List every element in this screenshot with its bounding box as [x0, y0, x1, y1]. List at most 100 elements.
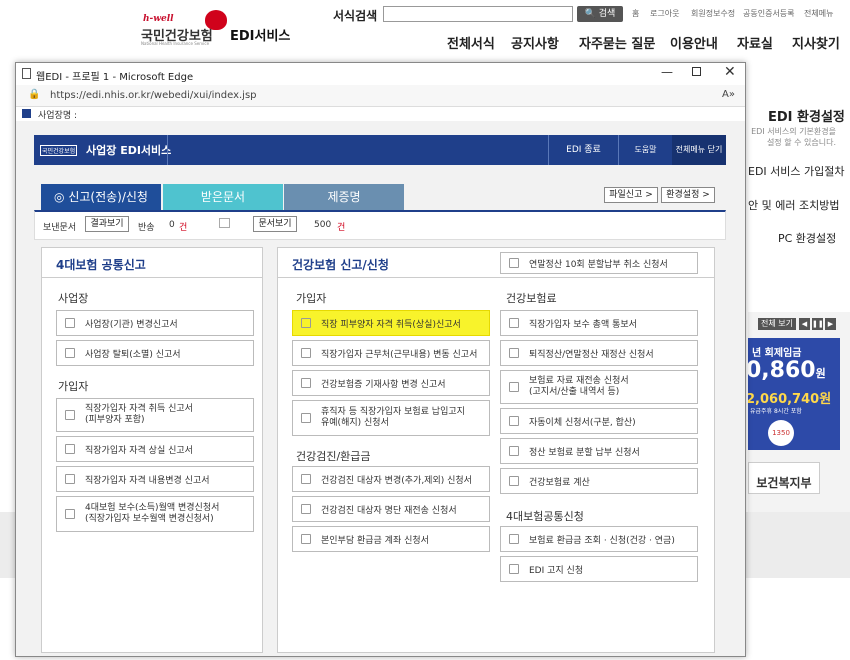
form-item[interactable]: 사업장(기관) 변경신고서 [56, 310, 254, 336]
sidebar-link-pc[interactable]: PC 환경설정 [778, 230, 836, 246]
sidebar-link-error[interactable]: 안 및 에러 조치방법 [748, 197, 839, 213]
maximize-icon[interactable] [692, 67, 701, 76]
form-icon [301, 348, 311, 358]
read-aloud-icon[interactable]: A» [722, 89, 735, 100]
form-icon [65, 444, 75, 454]
edge-window: 웹EDI - 프로필 1 - Microsoft Edge — ✕ 🔒 http… [15, 62, 746, 657]
form-item[interactable]: 퇴직정산/연말정산 재정산 신청서 [500, 340, 698, 366]
form-item[interactable]: EDI 고지 신청 [500, 556, 698, 582]
returned-count: 0 [169, 220, 175, 230]
section-title: 4대보험공통신청 [506, 510, 584, 523]
form-item[interactable]: 건강보험료 계산 [500, 468, 698, 494]
form-icon [509, 382, 519, 392]
search-input[interactable] [383, 6, 573, 22]
edi-help-button[interactable]: 도움말 [618, 135, 672, 165]
banner-heading: 년 회제임금 [752, 348, 802, 359]
mail-icon [219, 218, 230, 228]
form-icon [509, 446, 519, 456]
section-title: 건강보험료 [506, 292, 557, 305]
doc-subbar: 보낸문서 결과보기 반송 0 건 문서보기 500 건 [34, 210, 726, 240]
util-cert-register[interactable]: 공동인증서등록 [743, 8, 795, 19]
gnb-faq[interactable]: 자주묻는 질문 [579, 33, 655, 52]
wage-banner[interactable]: 년 회제임금 0,860원 2,060,740원 유급주휴 8시간 포함 135… [748, 338, 840, 450]
tab-certificate[interactable]: 제증명 [284, 184, 404, 210]
gnb-forms[interactable]: 전체서식 [447, 33, 495, 52]
sidebar-desc-1: EDI 서비스의 기본환경을 [751, 127, 836, 136]
form-icon [301, 474, 311, 484]
section-title: 사업장 [58, 292, 89, 305]
returned-unit: 건 [179, 223, 188, 233]
minimize-icon[interactable]: — [661, 65, 673, 79]
prev-icon[interactable]: ◀ [799, 318, 810, 330]
form-item[interactable]: 직장가입자 근무처(근무내용) 변동 신고서 [292, 340, 490, 366]
gnb-guide[interactable]: 이용안내 [670, 33, 718, 52]
form-icon [65, 474, 75, 484]
window-titlebar[interactable]: 웹EDI - 프로필 1 - Microsoft Edge — ✕ [16, 63, 745, 85]
form-item[interactable]: 본인부담 환급금 계좌 신청서 [292, 526, 490, 552]
form-icon [301, 413, 311, 423]
form-item[interactable]: 건강보험증 기재사항 변경 신고서 [292, 370, 490, 396]
tab-submit[interactable]: ◎ 신고(전송)/신청 [41, 184, 161, 210]
form-item[interactable]: 자동이체 신청서(구분, 합산) [500, 408, 698, 434]
gnb-archive[interactable]: 자료실 [737, 33, 773, 52]
form-item[interactable]: 정산 보험료 분할 납부 신청서 [500, 438, 698, 464]
form-icon [65, 410, 75, 420]
form-item[interactable]: 사업장 탈퇴(소멸) 신고서 [56, 340, 254, 366]
tab-received[interactable]: 받은문서 [163, 184, 283, 210]
form-item[interactable]: 4대보험 보수(소득)월액 변경신청서 (직장가입자 보수월액 변경신청서) [56, 496, 254, 532]
form-icon [65, 318, 75, 328]
common-report-panel: 4대보험 공통신고 사업장 사업장(기관) 변경신고서 사업장 탈퇴(소멸) 신… [41, 247, 263, 653]
lock-icon[interactable]: 🔒 [28, 89, 40, 100]
doc-view-button[interactable]: 문서보기 [253, 216, 297, 232]
form-icon [509, 534, 519, 544]
form-icon [65, 348, 75, 358]
close-all-menu-button[interactable]: 전체메뉴 닫기 [672, 135, 726, 165]
form-item[interactable]: 직장가입자 자격 내용변경 신고서 [56, 466, 254, 492]
section-title: 가입자 [296, 292, 327, 305]
sidebar-desc-2: 설정 할 수 있습니다. [766, 138, 836, 147]
form-item[interactable]: 휴직자 등 직장가입자 보험료 납입고지 유예(해지) 신청서 [292, 400, 490, 436]
form-icon [301, 504, 311, 514]
view-all-button[interactable]: 전체 보기 [758, 318, 796, 330]
form-item-highlighted[interactable]: 직장 피부양자 자격 취득(상실)신고서 [292, 310, 490, 336]
nav-divider [167, 135, 168, 165]
util-logout[interactable]: 로그아웃 [650, 8, 679, 19]
form-item[interactable]: 보험료 환급금 조회 · 신청(건강 · 연금) [500, 526, 698, 552]
form-item[interactable]: 건강검진 대상자 명단 재전송 신청서 [292, 496, 490, 522]
address-bar[interactable]: 🔒 https://edi.nhis.or.kr/webedi/xui/inde… [16, 85, 745, 107]
next-icon[interactable]: ▶ [825, 318, 836, 330]
banner-line2: 2,060,740원 [748, 392, 832, 407]
form-icon [509, 258, 519, 268]
page-icon [22, 68, 31, 79]
util-member-edit[interactable]: 회원정보수정 [691, 8, 735, 19]
form-item[interactable]: 직장가입자 보수 총액 통보서 [500, 310, 698, 336]
close-icon[interactable]: ✕ [724, 64, 736, 80]
doc-unit: 건 [337, 223, 346, 233]
gnb-notice[interactable]: 공지사항 [511, 33, 559, 52]
form-item[interactable]: 건강검진 대상자 변경(추가,제외) 신청서 [292, 466, 490, 492]
form-item[interactable]: 직장가입자 자격 취득 신고서 (피부양자 포함) [56, 398, 254, 432]
form-item[interactable]: 직장가입자 자격 상실 신고서 [56, 436, 254, 462]
sidebar-link-join[interactable]: EDI 서비스 가입절차 [748, 163, 845, 179]
result-view-button[interactable]: 결과보기 [85, 216, 129, 232]
sidebar-title: EDI 환경설정 [768, 110, 845, 125]
service-name: EDI서비스 [230, 29, 291, 44]
pause-icon[interactable]: ❚❚ [812, 318, 824, 330]
form-icon [509, 348, 519, 358]
util-home[interactable]: 홈 [632, 8, 639, 19]
form-item[interactable]: 보험료 자료 재전송 신청서 (고지서/산출 내역서 등) [500, 370, 698, 404]
settings-button[interactable]: 환경설정 > [661, 187, 715, 203]
file-report-button[interactable]: 파일신고 > [604, 187, 658, 203]
ministry-banner[interactable]: 보건복지부 [748, 462, 820, 494]
edi-topnav: 국민건강보험 사업장 EDI서비스 EDI 종료 도움말 전체메뉴 닫기 [34, 135, 726, 165]
edi-exit-button[interactable]: EDI 종료 [548, 135, 618, 165]
installment-cancel-item[interactable]: 연말정산 10회 분할납부 취소 신청서 [500, 252, 698, 274]
url-text[interactable]: https://edi.nhis.or.kr/webedi/xui/index.… [50, 90, 257, 101]
search-button[interactable]: 🔍 검색 [577, 6, 623, 22]
workplace-icon [22, 109, 31, 118]
gnb-branch[interactable]: 지사찾기 [792, 33, 840, 52]
logo-sub: National Health Insurance Service [141, 41, 210, 46]
util-all-menu[interactable]: 전체메뉴 [804, 8, 833, 19]
panel-title: 4대보험 공통신고 [56, 258, 146, 272]
panel-title: 건강보험 신고/신청 [292, 258, 389, 272]
